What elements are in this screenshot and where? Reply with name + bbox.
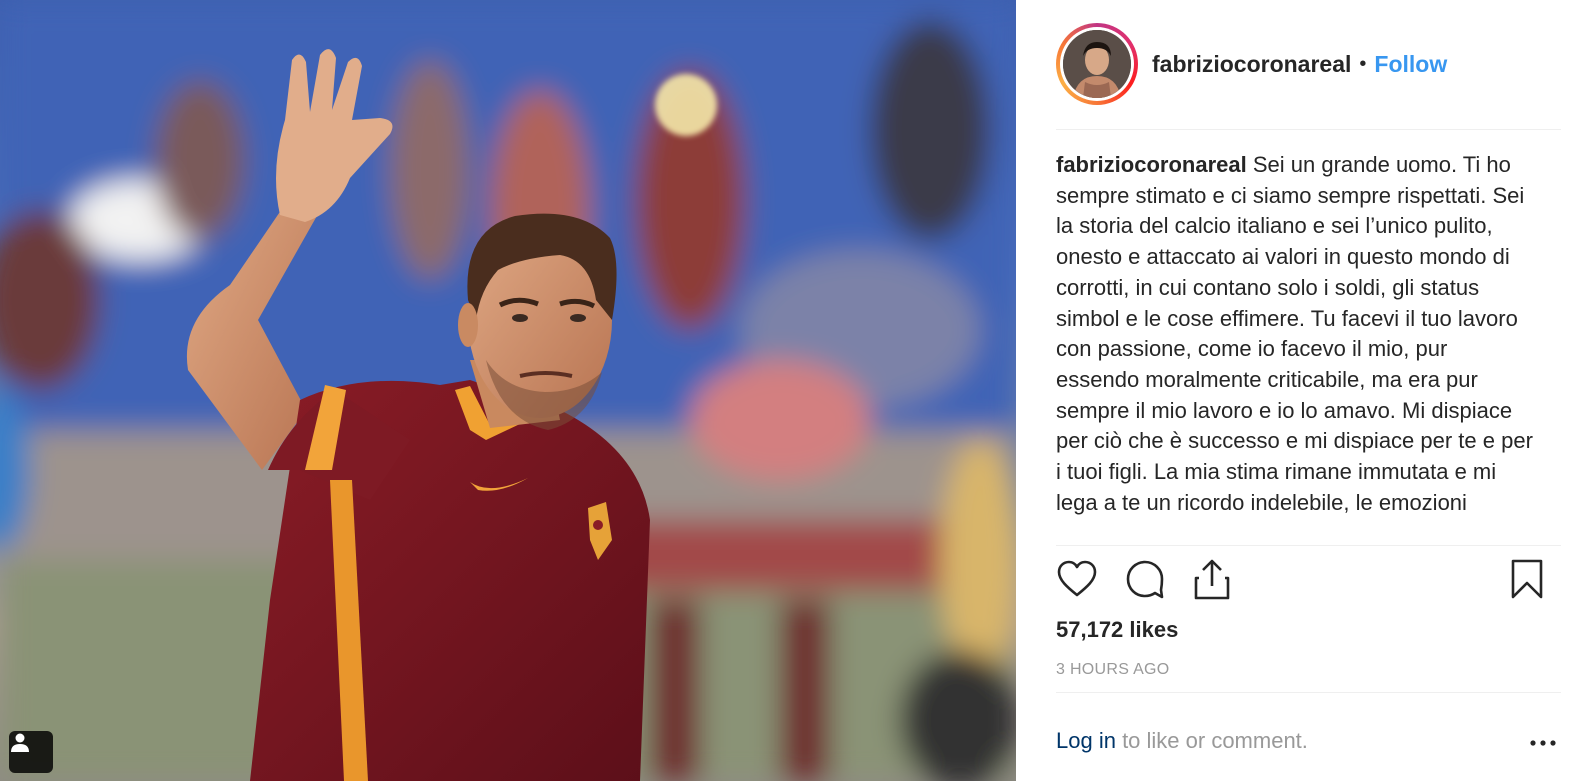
separator-dot: •	[1359, 52, 1367, 75]
photo-illustration	[0, 0, 1016, 781]
post-header: fabriziocoronareal • Follow	[1056, 20, 1556, 108]
post-photo[interactable]	[0, 0, 1016, 781]
footer-divider	[1056, 692, 1561, 693]
user-tag-icon	[11, 733, 29, 752]
caption-divider	[1056, 545, 1561, 546]
login-prompt: Log in to like or comment.	[1056, 728, 1556, 754]
more-options-button[interactable]	[1527, 731, 1559, 755]
comment-button[interactable]	[1122, 556, 1168, 602]
like-button[interactable]	[1054, 556, 1100, 602]
user-tag-button[interactable]	[9, 731, 53, 773]
heart-icon	[1057, 560, 1097, 597]
follow-button[interactable]: Follow	[1374, 51, 1447, 78]
comment-icon	[1126, 560, 1164, 599]
post-sidebar: fabriziocoronareal • Follow fabriziocoro…	[1016, 0, 1581, 781]
username-link[interactable]: fabriziocoronareal	[1152, 51, 1351, 78]
avatar[interactable]	[1056, 23, 1138, 105]
action-bar	[1054, 556, 1564, 606]
login-link[interactable]: Log in	[1056, 728, 1116, 753]
share-icon	[1194, 559, 1230, 600]
caption-scroll-area[interactable]: fabriziocoronareal Sei un grande uomo. T…	[1056, 150, 1536, 542]
avatar-image	[1063, 30, 1131, 98]
post-timestamp[interactable]: 3 HOURS AGO	[1056, 661, 1170, 679]
caption-text: Sei un grande uomo. Ti ho sempre stimato…	[1056, 152, 1533, 515]
like-count[interactable]: 57,172 likes	[1056, 617, 1178, 643]
more-dots-icon	[1530, 740, 1556, 746]
login-prompt-text: to like or comment.	[1115, 728, 1308, 753]
bookmark-icon	[1511, 559, 1543, 599]
caption: fabriziocoronareal Sei un grande uomo. T…	[1056, 150, 1536, 518]
header-divider	[1056, 129, 1561, 130]
instagram-post: fabriziocoronareal • Follow fabriziocoro…	[0, 0, 1581, 781]
save-button[interactable]	[1504, 556, 1550, 602]
share-button[interactable]	[1189, 556, 1235, 602]
caption-username[interactable]: fabriziocoronareal	[1056, 152, 1247, 177]
